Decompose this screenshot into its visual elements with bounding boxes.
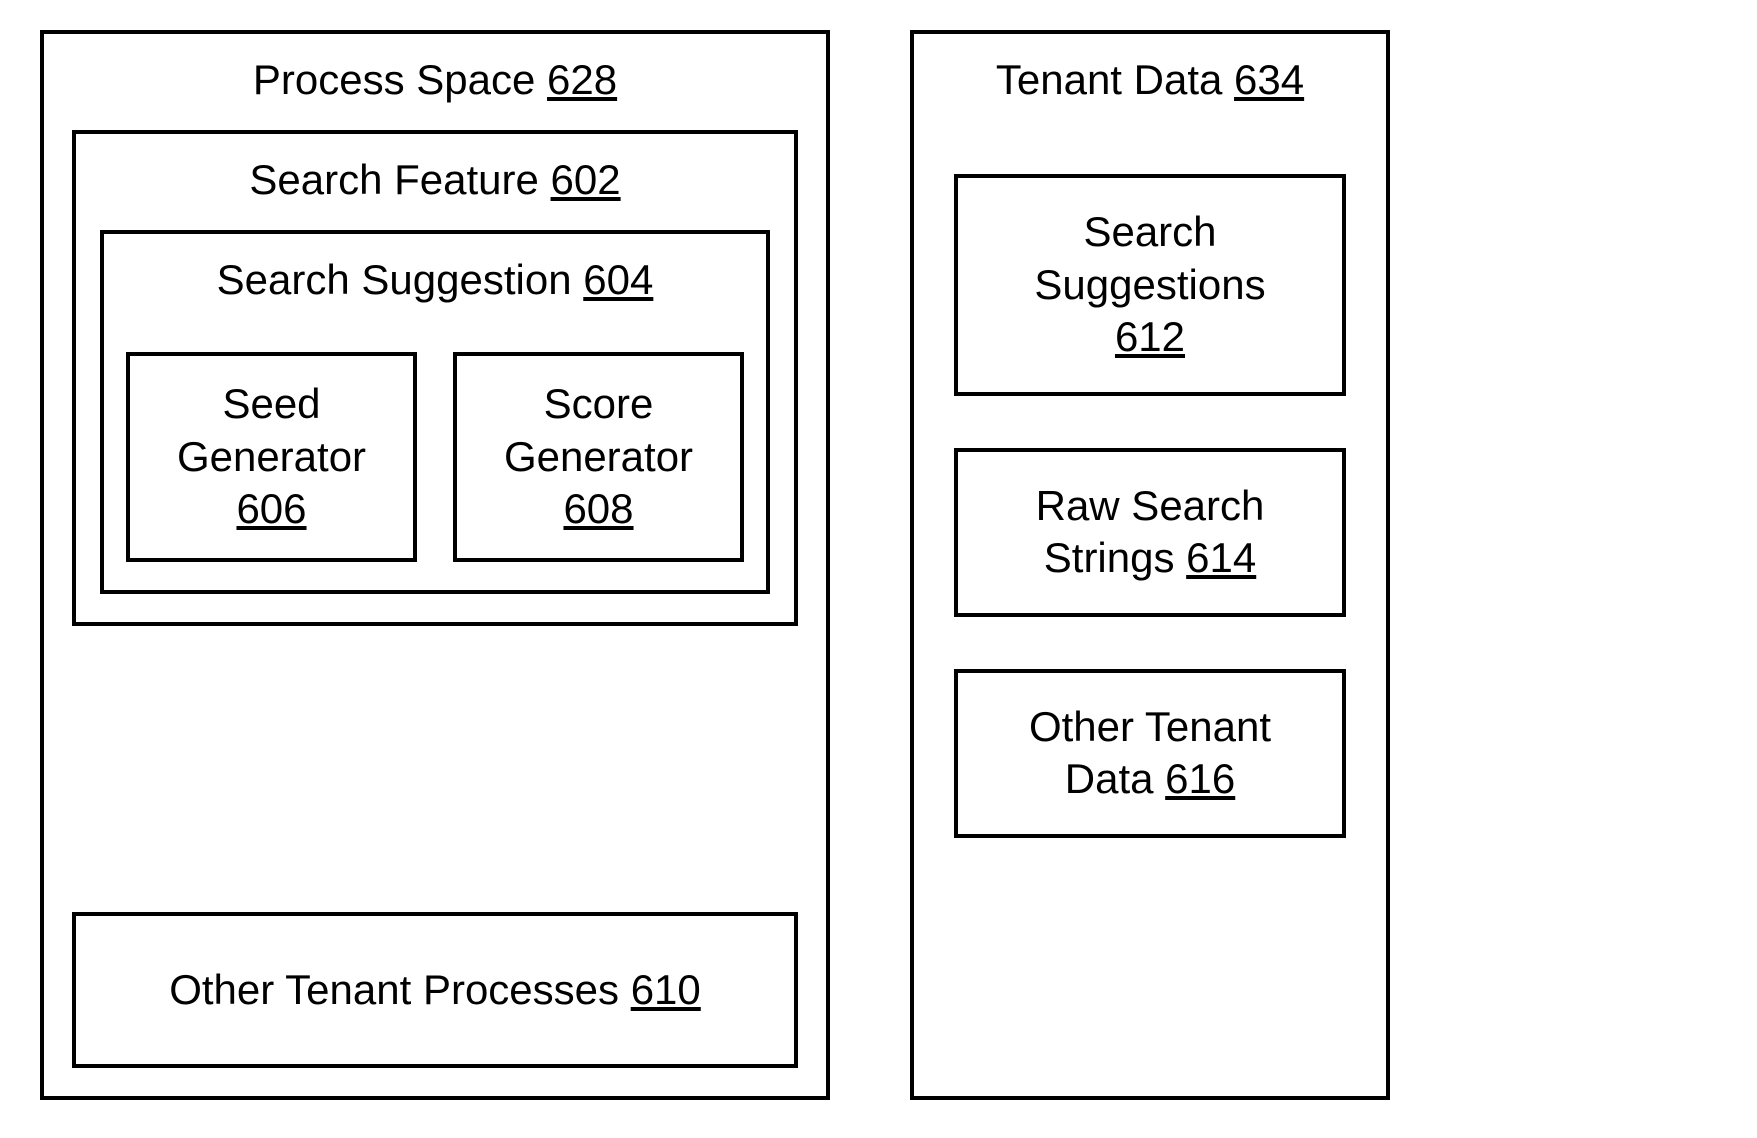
tenant-data-title: Tenant Data 634: [954, 34, 1346, 122]
score-generator-line2: Generator: [467, 431, 730, 484]
generator-row: Seed Generator 606 Score Generator 608: [126, 352, 744, 562]
other-tenant-processes-box: Other Tenant Processes 610: [72, 912, 798, 1068]
search-suggestions-line1: Search: [968, 206, 1332, 259]
other-tenant-data-line1: Other Tenant: [968, 701, 1332, 754]
other-tenant-data-box: Other Tenant Data 616: [954, 669, 1346, 838]
process-space-box: Process Space 628 Search Feature 602 Sea…: [40, 30, 830, 1100]
raw-search-strings-line1: Raw Search: [968, 480, 1332, 533]
search-feature-ref: 602: [551, 156, 621, 203]
other-tenant-processes-ref: 610: [631, 966, 701, 1013]
search-suggestion-ref: 604: [583, 256, 653, 303]
tenant-data-label: Tenant Data: [996, 56, 1223, 103]
seed-generator-line2: Generator: [140, 431, 403, 484]
search-feature-label: Search Feature: [249, 156, 539, 203]
other-tenant-data-ref: 616: [1165, 755, 1235, 802]
process-space-ref: 628: [547, 56, 617, 103]
search-suggestion-title: Search Suggestion 604: [126, 234, 744, 322]
search-feature-title: Search Feature 602: [100, 134, 770, 222]
process-space-label: Process Space: [253, 56, 535, 103]
score-generator-line1: Score: [467, 378, 730, 431]
tenant-data-box: Tenant Data 634 Search Suggestions 612 R…: [910, 30, 1390, 1100]
seed-generator-ref: 606: [140, 483, 403, 536]
tenant-data-ref: 634: [1234, 56, 1304, 103]
other-tenant-processes-label: Other Tenant Processes: [169, 966, 619, 1013]
search-suggestions-box: Search Suggestions 612: [954, 174, 1346, 396]
score-generator-ref: 608: [467, 483, 730, 536]
seed-generator-box: Seed Generator 606: [126, 352, 417, 562]
search-feature-box: Search Feature 602 Search Suggestion 604…: [72, 130, 798, 626]
raw-search-strings-ref: 614: [1186, 534, 1256, 581]
seed-generator-line1: Seed: [140, 378, 403, 431]
score-generator-box: Score Generator 608: [453, 352, 744, 562]
spacer: [72, 626, 798, 865]
search-suggestion-box: Search Suggestion 604 Seed Generator 606…: [100, 230, 770, 594]
raw-search-strings-box: Raw Search Strings 614: [954, 448, 1346, 617]
diagram-container: Process Space 628 Search Feature 602 Sea…: [0, 0, 1757, 1130]
search-suggestions-ref: 612: [968, 311, 1332, 364]
other-tenant-data-line2: Data: [1065, 755, 1154, 802]
search-suggestions-line2: Suggestions: [968, 259, 1332, 312]
process-space-title: Process Space 628: [72, 34, 798, 122]
raw-search-strings-line2: Strings: [1044, 534, 1175, 581]
search-suggestion-label: Search Suggestion: [217, 256, 572, 303]
